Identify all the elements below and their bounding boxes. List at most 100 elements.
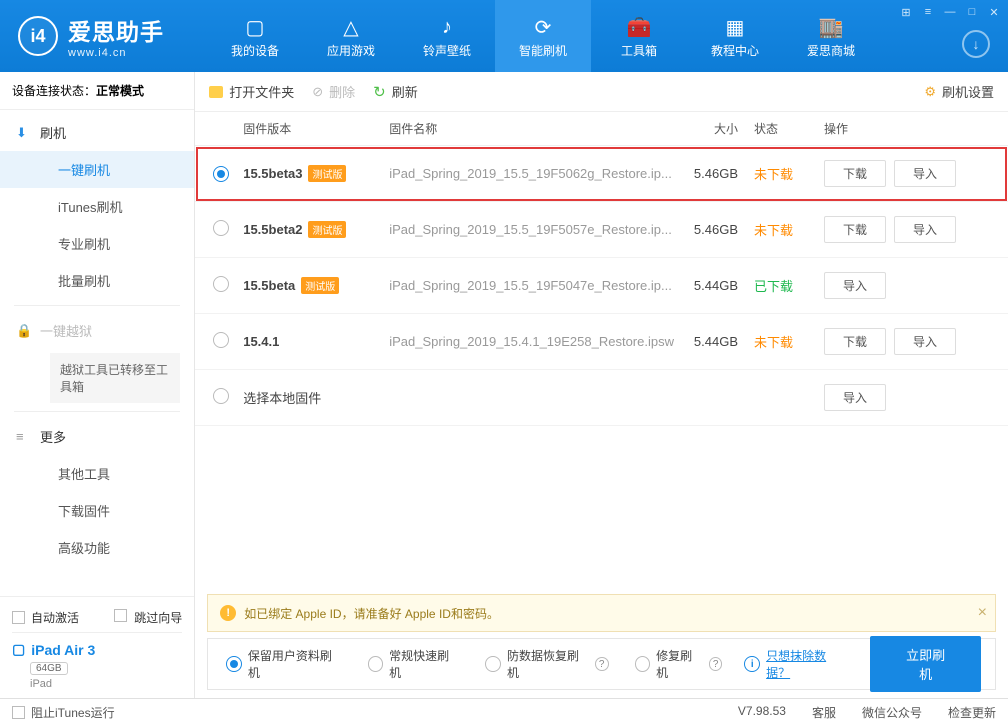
menu-icon[interactable]: ≡ [920, 4, 936, 20]
fw-version: 15.5beta [243, 278, 295, 293]
th-name: 固件名称 [389, 120, 674, 137]
sidebar-menu: ⬇ 刷机 一键刷机 iTunes刷机 专业刷机 批量刷机 🔒 一键越狱 越狱工具… [0, 110, 194, 596]
import-button[interactable]: 导入 [824, 272, 886, 299]
fw-status: 未下载 [754, 220, 824, 239]
start-flash-button[interactable]: 立即刷机 [870, 636, 981, 692]
content: 打开文件夹 ⊘ 删除 ↻ 刷新 ⚙ 刷机设置 固件版本 固件名称 大小 [195, 72, 1008, 698]
fw-ops: 下载导入 [824, 216, 994, 243]
radio-icon[interactable] [635, 656, 651, 672]
firmware-row[interactable]: 15.4.1 iPad_Spring_2019_15.4.1_19E258_Re… [195, 314, 1008, 370]
radio-icon[interactable] [368, 656, 384, 672]
radio-icon[interactable] [213, 220, 229, 236]
lock-icon: 🔒 [16, 323, 32, 339]
check-update-link[interactable]: 检查更新 [948, 704, 996, 721]
th-version: 固件版本 [243, 120, 389, 137]
mode-label: 修复刷机 [656, 647, 703, 681]
sidebar-item-other-tools[interactable]: 其他工具 [0, 455, 194, 492]
sidebar-label: 更多 [40, 427, 66, 446]
topnav-item[interactable]: △应用游戏 [303, 0, 399, 72]
mode-normal[interactable]: 常规快速刷机 [364, 647, 460, 681]
nav-label: 教程中心 [711, 42, 759, 59]
fw-status: 已下载 [754, 276, 824, 295]
support-link[interactable]: 客服 [812, 704, 836, 721]
topnav-item[interactable]: ⟳智能刷机 [495, 0, 591, 72]
fw-status: 未下载 [754, 332, 824, 351]
download-button[interactable]: 下载 [824, 160, 886, 187]
close-tip-icon[interactable]: × [978, 604, 987, 622]
settings-label: 刷机设置 [942, 82, 994, 101]
radio-icon[interactable] [213, 166, 229, 182]
download-button[interactable]: 下载 [824, 328, 886, 355]
sidebar-item-itunes[interactable]: iTunes刷机 [0, 188, 194, 225]
fw-size: 5.46GB [674, 166, 754, 181]
fw-filename: iPad_Spring_2019_15.5_19F5062g_Restore.i… [389, 166, 674, 181]
radio-icon[interactable] [213, 332, 229, 348]
topnav-item[interactable]: 🧰工具箱 [591, 0, 687, 72]
skip-guide-row[interactable]: 跳过向导 [114, 609, 182, 626]
radio-icon[interactable] [485, 656, 501, 672]
checkbox-icon[interactable] [12, 611, 25, 624]
download-manager-icon[interactable]: ↓ [962, 30, 990, 58]
open-folder-label: 打开文件夹 [229, 82, 294, 101]
flash-icon: ⬇ [16, 125, 27, 141]
local-fw-label: 选择本地固件 [243, 391, 321, 406]
checkbox-icon[interactable] [114, 609, 127, 622]
refresh-button[interactable]: ↻ 刷新 [373, 82, 418, 101]
mode-anti-loss[interactable]: 防数据恢复刷机 ? [481, 647, 608, 681]
radio-icon[interactable] [226, 656, 242, 672]
import-button[interactable]: 导入 [894, 216, 956, 243]
mode-repair[interactable]: 修复刷机 ? [631, 647, 723, 681]
checkbox-icon[interactable] [12, 706, 25, 719]
erase-data-link[interactable]: i 只想抹除数据？ [744, 647, 848, 681]
import-button[interactable]: 导入 [824, 384, 886, 411]
sidebar-item-oneclick[interactable]: 一键刷机 [0, 151, 194, 188]
sidebar-item-advanced[interactable]: 高级功能 [0, 529, 194, 566]
import-button[interactable]: 导入 [894, 328, 956, 355]
logo-text-group: 爱思助手 www.i4.cn [68, 13, 164, 59]
sidebar-item-flash[interactable]: ⬇ 刷机 [0, 114, 194, 151]
delete-button: ⊘ 删除 [312, 82, 355, 101]
delete-label: 删除 [329, 82, 355, 101]
mode-label: 保留用户资料刷机 [248, 647, 342, 681]
firmware-row[interactable]: 15.5beta测试版 iPad_Spring_2019_15.5_19F504… [195, 258, 1008, 314]
sidebar-label: 下载固件 [58, 501, 110, 520]
topnav-item[interactable]: ▢我的设备 [207, 0, 303, 72]
warning-icon: ! [220, 605, 236, 621]
topnav-item[interactable]: 🏬爱思商城 [783, 0, 879, 72]
maximize-icon[interactable]: □ [964, 4, 980, 20]
info-icon: i [744, 656, 760, 672]
download-button[interactable]: 下载 [824, 216, 886, 243]
app-url: www.i4.cn [68, 47, 164, 59]
mode-keep-data[interactable]: 保留用户资料刷机 [222, 647, 341, 681]
topnav-item[interactable]: ♪铃声壁纸 [399, 0, 495, 72]
logo[interactable]: i4 爱思助手 www.i4.cn [0, 13, 182, 59]
device-block[interactable]: ▢ iPad Air 3 64GB iPad [12, 632, 182, 690]
firmware-row[interactable]: 15.5beta3测试版 iPad_Spring_2019_15.5_19F50… [195, 146, 1008, 202]
import-button[interactable]: 导入 [894, 160, 956, 187]
open-folder-button[interactable]: 打开文件夹 [209, 82, 294, 101]
sidebar-item-download-fw[interactable]: 下载固件 [0, 492, 194, 529]
grid-icon[interactable]: ⊞ [898, 4, 914, 20]
firmware-row[interactable]: 15.5beta2测试版 iPad_Spring_2019_15.5_19F50… [195, 202, 1008, 258]
th-ops: 操作 [824, 120, 994, 137]
sidebar-item-more[interactable]: ≡ 更多 [0, 418, 194, 455]
close-icon[interactable]: ✕ [986, 4, 1002, 20]
sidebar-item-pro[interactable]: 专业刷机 [0, 225, 194, 262]
radio-icon[interactable] [213, 276, 229, 292]
flash-settings-button[interactable]: ⚙ 刷机设置 [924, 82, 994, 101]
folder-icon [209, 86, 223, 98]
refresh-label: 刷新 [392, 82, 418, 101]
sidebar-footer: 自动激活 跳过向导 ▢ iPad Air 3 64GB iPad [0, 596, 194, 698]
radio-icon[interactable] [213, 388, 229, 404]
help-icon[interactable]: ? [709, 657, 723, 671]
separator [14, 411, 180, 412]
auto-activate-row[interactable]: 自动激活 跳过向导 [12, 609, 182, 626]
local-firmware-row[interactable]: 选择本地固件 导入 [195, 370, 1008, 426]
topnav-item[interactable]: ▦教程中心 [687, 0, 783, 72]
erase-link-text[interactable]: 只想抹除数据？ [766, 647, 848, 681]
minimize-icon[interactable]: — [942, 4, 958, 20]
wechat-link[interactable]: 微信公众号 [862, 704, 922, 721]
sidebar-item-batch[interactable]: 批量刷机 [0, 262, 194, 299]
help-icon[interactable]: ? [595, 657, 609, 671]
block-itunes-row[interactable]: 阻止iTunes运行 [12, 704, 115, 721]
